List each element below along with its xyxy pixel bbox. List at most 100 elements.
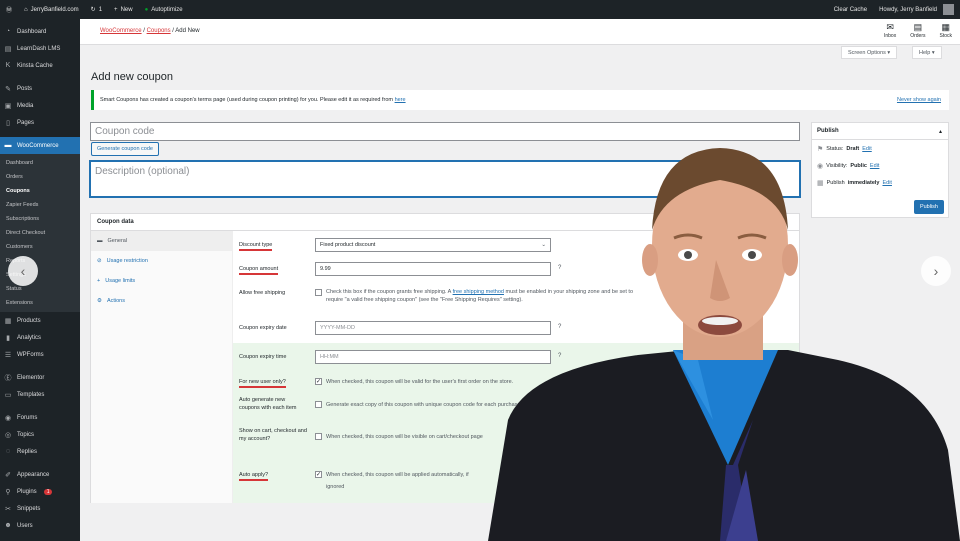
sidebar-item-elementor[interactable]: Ⓔ Elementor [0,369,80,386]
woocommerce-header: WooCommerce / Coupons / Add New ✉ Inbox ▤… [80,19,960,45]
woocommerce-submenu: Dashboard Orders Coupons Zapier Feeds Su… [0,154,80,312]
auto-generate-label: Auto generate new coupons with each item [239,397,297,411]
plugins-update-badge: 1 [43,488,53,495]
site-name-link[interactable]: ⌂ JerryBanfield.com [18,0,85,19]
new-user-checkbox[interactable]: ✓ [315,378,322,385]
orders-button[interactable]: ▤ Orders [910,22,925,39]
sidebar-item-products[interactable]: ▦ Products [0,312,80,329]
submenu-item-zapier-feeds[interactable]: Zapier Feeds [0,198,80,212]
tab-actions[interactable]: ⚙ Actions [91,291,232,311]
orders-icon: ▤ [913,22,923,32]
previous-slide-button[interactable]: ‹ [8,256,38,286]
breadcrumb-woocommerce[interactable]: WooCommerce [100,28,142,34]
wp-logo[interactable]: Ⓦ [0,0,18,19]
sidebar-item-appearance[interactable]: ✐ Appearance [0,466,80,483]
expiry-date-label: Coupon expiry date [239,325,287,331]
submenu-item-status[interactable]: Status [0,282,80,296]
never-show-again-link[interactable]: Never show again [897,97,941,103]
autoptimize-link[interactable]: ● Autoptimize [139,0,189,19]
screen-options-button[interactable]: Screen Options ▾ [841,46,898,59]
home-icon: ⌂ [24,6,28,13]
breadcrumb: WooCommerce / Coupons / Add New [100,28,200,34]
status-dot-icon: ● [144,6,149,13]
sidebar-item-replies[interactable]: ◌ Replies [0,443,80,460]
breadcrumb-coupons[interactable]: Coupons [147,28,171,34]
snippet-icon: ✂ [5,505,11,513]
tab-general[interactable]: ▬ General [91,231,232,251]
generate-coupon-code-button[interactable]: Generate coupon code [91,142,159,156]
media-icon: ▣ [4,102,12,110]
submenu-item-subscriptions[interactable]: Subscriptions [0,212,80,226]
box-icon: ▦ [4,317,12,325]
sidebar-item-templates[interactable]: ▭ Templates [0,386,80,403]
clear-cache-link[interactable]: Clear Cache [828,0,873,19]
submenu-item-extensions[interactable]: Extensions [0,296,80,310]
stock-icon: ▦ [941,22,950,32]
expiry-time-label: Coupon expiry time [239,354,287,360]
tab-usage-limits[interactable]: + Usage limits [91,271,232,291]
folder-icon: ▭ [4,391,12,399]
topic-icon: ◎ [4,431,12,439]
new-user-label: For new user only? [239,378,286,388]
smart-coupons-notice: Smart Coupons has created a coupon's ter… [91,90,949,110]
sidebar-item-forums[interactable]: ◉ Forums [0,409,80,426]
learndash-icon: ▤ [4,45,12,53]
woo-icon: ▬ [4,142,12,149]
sidebar-item-dashboard[interactable]: ◔ Dashboard [0,23,80,40]
inbox-icon: ✉ [886,22,894,32]
discount-type-label: Discount type [239,241,273,251]
submenu-item-direct-checkout[interactable]: Direct Checkout [0,226,80,240]
wordpress-icon: Ⓦ [6,8,13,14]
notice-here-link[interactable]: here [395,97,406,103]
breadcrumb-current: Add New [175,28,200,34]
sidebar-item-media[interactable]: ▣ Media [0,97,80,114]
coupon-data-tabs: ▬ General ⊘ Usage restriction + Usage limit… [91,231,233,503]
sidebar-item-plugins[interactable]: ⚲ Plugins 1 [0,483,80,500]
sidebar-item-kinsta[interactable]: K Kinsta Cache [0,57,80,74]
cog-icon: ⚙ [97,298,102,304]
pin-icon: ✎ [5,85,11,93]
inbox-button[interactable]: ✉ Inbox [884,22,896,39]
plus-icon: + [114,6,118,13]
form-icon: ☰ [4,351,12,359]
updates-link[interactable]: ↻ 1 [85,0,108,19]
submenu-item-dashboard[interactable]: Dashboard [0,156,80,170]
admin-bar: Ⓦ ⌂ JerryBanfield.com ↻ 1 + New ● Autoptimiz… [0,0,960,19]
sidebar-item-wpforms[interactable]: ☰ WPForms [0,346,80,363]
presenter-video-overlay [488,148,960,541]
sidebar-item-topics[interactable]: ◎ Topics [0,426,80,443]
sidebar-item-learndash[interactable]: ▤ LearnDash LMS [0,40,80,57]
chevron-left-icon: ‹ [20,263,26,279]
show-on-cart-label: Show on cart, checkout and my account? [239,428,307,442]
auto-generate-checkbox[interactable] [315,401,322,408]
help-button[interactable]: Help ▾ [912,46,942,59]
free-shipping-label: Allow free shipping [239,290,286,296]
refresh-icon: ↻ [90,7,96,13]
sidebar-item-pages[interactable]: ▯ Pages [0,114,80,131]
sidebar-item-posts[interactable]: ✎ Posts [0,80,80,97]
kinsta-icon: K [5,62,11,69]
new-content-link[interactable]: + New [108,0,139,19]
free-shipping-checkbox[interactable] [315,289,322,296]
submenu-item-orders[interactable]: Orders [0,170,80,184]
submenu-item-customers[interactable]: Customers [0,240,80,254]
restriction-icon: ⊘ [97,258,102,264]
plug-icon: ⚲ [5,488,11,496]
tab-usage-restriction[interactable]: ⊘ Usage restriction [91,251,232,271]
user-icon: ☻ [4,522,12,529]
sidebar-item-woocommerce[interactable]: ▬ WooCommerce [0,137,80,154]
page-title: Add new coupon [91,71,173,83]
sidebar-item-analytics[interactable]: ▮ Analytics [0,329,80,346]
auto-apply-checkbox[interactable]: ✓ [315,471,322,478]
brush-icon: ✐ [5,471,11,479]
reply-icon: ◌ [5,448,11,455]
account-menu[interactable]: Howdy, Jerry Banfield [873,0,960,19]
sidebar-item-users[interactable]: ☻ Users [0,517,80,534]
gauge-icon: ◔ [5,28,11,35]
show-on-cart-checkbox[interactable] [315,433,322,440]
page-icon: ▯ [6,119,10,127]
forum-icon: ◉ [4,414,12,422]
submenu-item-coupons[interactable]: Coupons [0,184,80,198]
sidebar-item-snippets[interactable]: ✂ Snippets [0,500,80,517]
stock-button[interactable]: ▦ Stock [939,22,952,39]
